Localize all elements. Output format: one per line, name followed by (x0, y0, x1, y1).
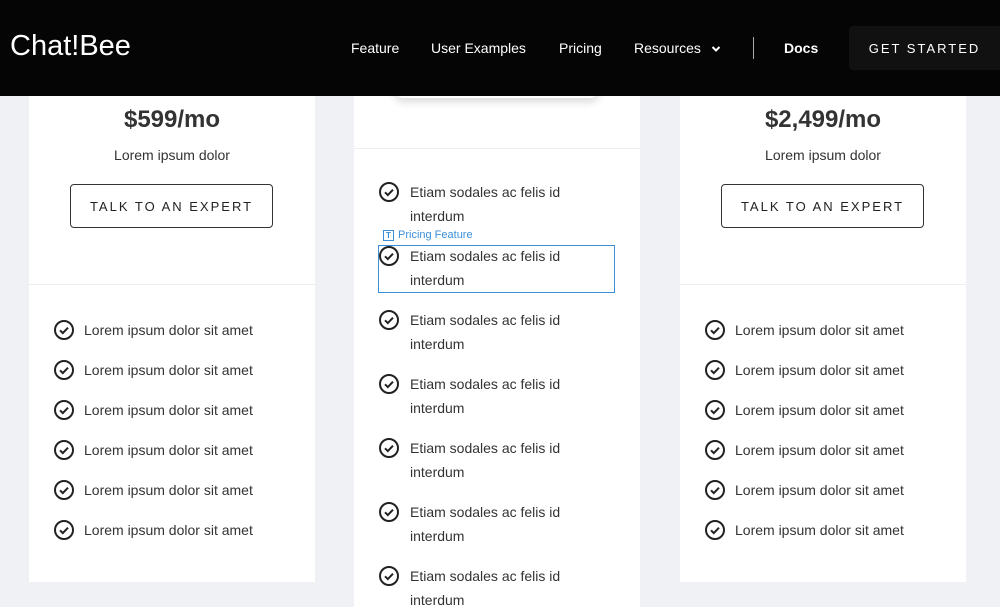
check-circle-icon (705, 520, 725, 540)
card-divider (354, 148, 640, 149)
feature-item: Lorem ipsum dolor sit amet (705, 438, 904, 462)
feature-label: Lorem ipsum dolor sit amet (84, 522, 253, 538)
feature-label: Lorem ipsum dolor sit amet (84, 402, 253, 418)
check-circle-icon (379, 438, 399, 458)
talk-to-expert-button[interactable]: TALK TO AN EXPERT (70, 184, 273, 228)
feature-item: Lorem ipsum dolor sit amet (705, 478, 904, 502)
get-started-button[interactable]: GET STARTED (849, 26, 1000, 70)
check-circle-icon (379, 502, 399, 522)
check-circle-icon (705, 400, 725, 420)
nav-link-docs[interactable]: Docs (784, 40, 818, 56)
feature-label: Etiam sodales ac felis id interdum (410, 504, 561, 544)
chevron-down-icon (711, 46, 721, 53)
pricing-card-featured: Etiam sodales ac felis id interdum Etiam… (354, 88, 640, 607)
feature-item: Etiam sodales ac felis id interdum (379, 372, 589, 420)
feature-label: Etiam sodales ac felis id interdum (410, 312, 561, 352)
plan-price: $2,499/mo (764, 106, 882, 133)
check-circle-icon (379, 566, 399, 586)
feature-label: Etiam sodales ac felis id interdum (410, 376, 561, 416)
check-circle-icon (705, 360, 725, 380)
feature-item: Lorem ipsum dolor sit amet (54, 358, 253, 382)
check-circle-icon (705, 480, 725, 500)
top-navbar: Chat!Bee Feature User Examples Pricing R… (0, 0, 1000, 96)
card-divider (680, 284, 966, 285)
feature-label: Etiam sodales ac felis id interdum (410, 568, 561, 607)
feature-label: Lorem ipsum dolor sit amet (84, 322, 253, 338)
plan-subtitle: Lorem ipsum dolor (114, 147, 230, 163)
text-element-icon: T (383, 229, 394, 241)
card-divider (29, 284, 315, 285)
nav-link-pricing[interactable]: Pricing (559, 40, 602, 56)
feature-label: Lorem ipsum dolor sit amet (735, 362, 904, 378)
check-circle-icon (379, 374, 399, 394)
feature-item: Etiam sodales ac felis id interdum (379, 500, 589, 548)
feature-label: Lorem ipsum dolor sit amet (84, 442, 253, 458)
feature-item: Lorem ipsum dolor sit amet (54, 478, 253, 502)
feature-label: Lorem ipsum dolor sit amet (84, 482, 253, 498)
feature-label: Lorem ipsum dolor sit amet (735, 522, 904, 538)
feature-label: Lorem ipsum dolor sit amet (735, 482, 904, 498)
nav-link-feature[interactable]: Feature (351, 40, 399, 56)
check-circle-icon (54, 440, 74, 460)
feature-label: Lorem ipsum dolor sit amet (735, 322, 904, 338)
check-circle-icon (54, 320, 74, 340)
editor-selection-outline (378, 245, 615, 293)
feature-label: Etiam sodales ac felis id interdum (410, 184, 561, 224)
nav-link-user-examples[interactable]: User Examples (431, 40, 526, 56)
feature-label: Lorem ipsum dolor sit amet (84, 362, 253, 378)
check-circle-icon (54, 520, 74, 540)
feature-item: Etiam sodales ac felis id interdum (379, 308, 589, 356)
feature-item: Etiam sodales ac felis id interdum (379, 564, 589, 607)
feature-item: Lorem ipsum dolor sit amet (54, 438, 253, 462)
feature-item: Lorem ipsum dolor sit amet (705, 358, 904, 382)
check-circle-icon (54, 360, 74, 380)
feature-item: Lorem ipsum dolor sit amet (705, 318, 904, 342)
check-circle-icon (705, 440, 725, 460)
feature-item: Lorem ipsum dolor sit amet (54, 398, 253, 422)
nav-link-resources[interactable]: Resources (634, 40, 721, 56)
brand-logo[interactable]: Chat!Bee (10, 30, 131, 63)
selection-label-text: Pricing Feature (398, 229, 473, 241)
plan-subtitle: Lorem ipsum dolor (765, 147, 881, 163)
check-circle-icon (54, 480, 74, 500)
feature-item: Lorem ipsum dolor sit amet (705, 398, 904, 422)
pricing-card-basic: $599/mo Lorem ipsum dolor TALK TO AN EXP… (29, 96, 315, 582)
nav-divider (753, 37, 754, 59)
feature-item: Lorem ipsum dolor sit amet (54, 518, 253, 542)
talk-to-expert-button[interactable]: TALK TO AN EXPERT (721, 184, 924, 228)
feature-label: Etiam sodales ac felis id interdum (410, 440, 561, 480)
feature-item: Etiam sodales ac felis id interdum (379, 436, 589, 484)
plan-price: $599/mo (123, 106, 221, 133)
feature-item: Etiam sodales ac felis id interdum (379, 180, 589, 228)
feature-label: Lorem ipsum dolor sit amet (735, 442, 904, 458)
pricing-card-enterprise: $2,499/mo Lorem ipsum dolor TALK TO AN E… (680, 96, 966, 582)
feature-item: Lorem ipsum dolor sit amet (54, 318, 253, 342)
check-circle-icon (54, 400, 74, 420)
check-circle-icon (379, 310, 399, 330)
nav-link-resources-label: Resources (634, 40, 701, 56)
feature-label: Lorem ipsum dolor sit amet (735, 402, 904, 418)
check-circle-icon (705, 320, 725, 340)
check-circle-icon (379, 182, 399, 202)
feature-item: Lorem ipsum dolor sit amet (705, 518, 904, 542)
editor-selection-label[interactable]: T Pricing Feature (383, 229, 473, 241)
